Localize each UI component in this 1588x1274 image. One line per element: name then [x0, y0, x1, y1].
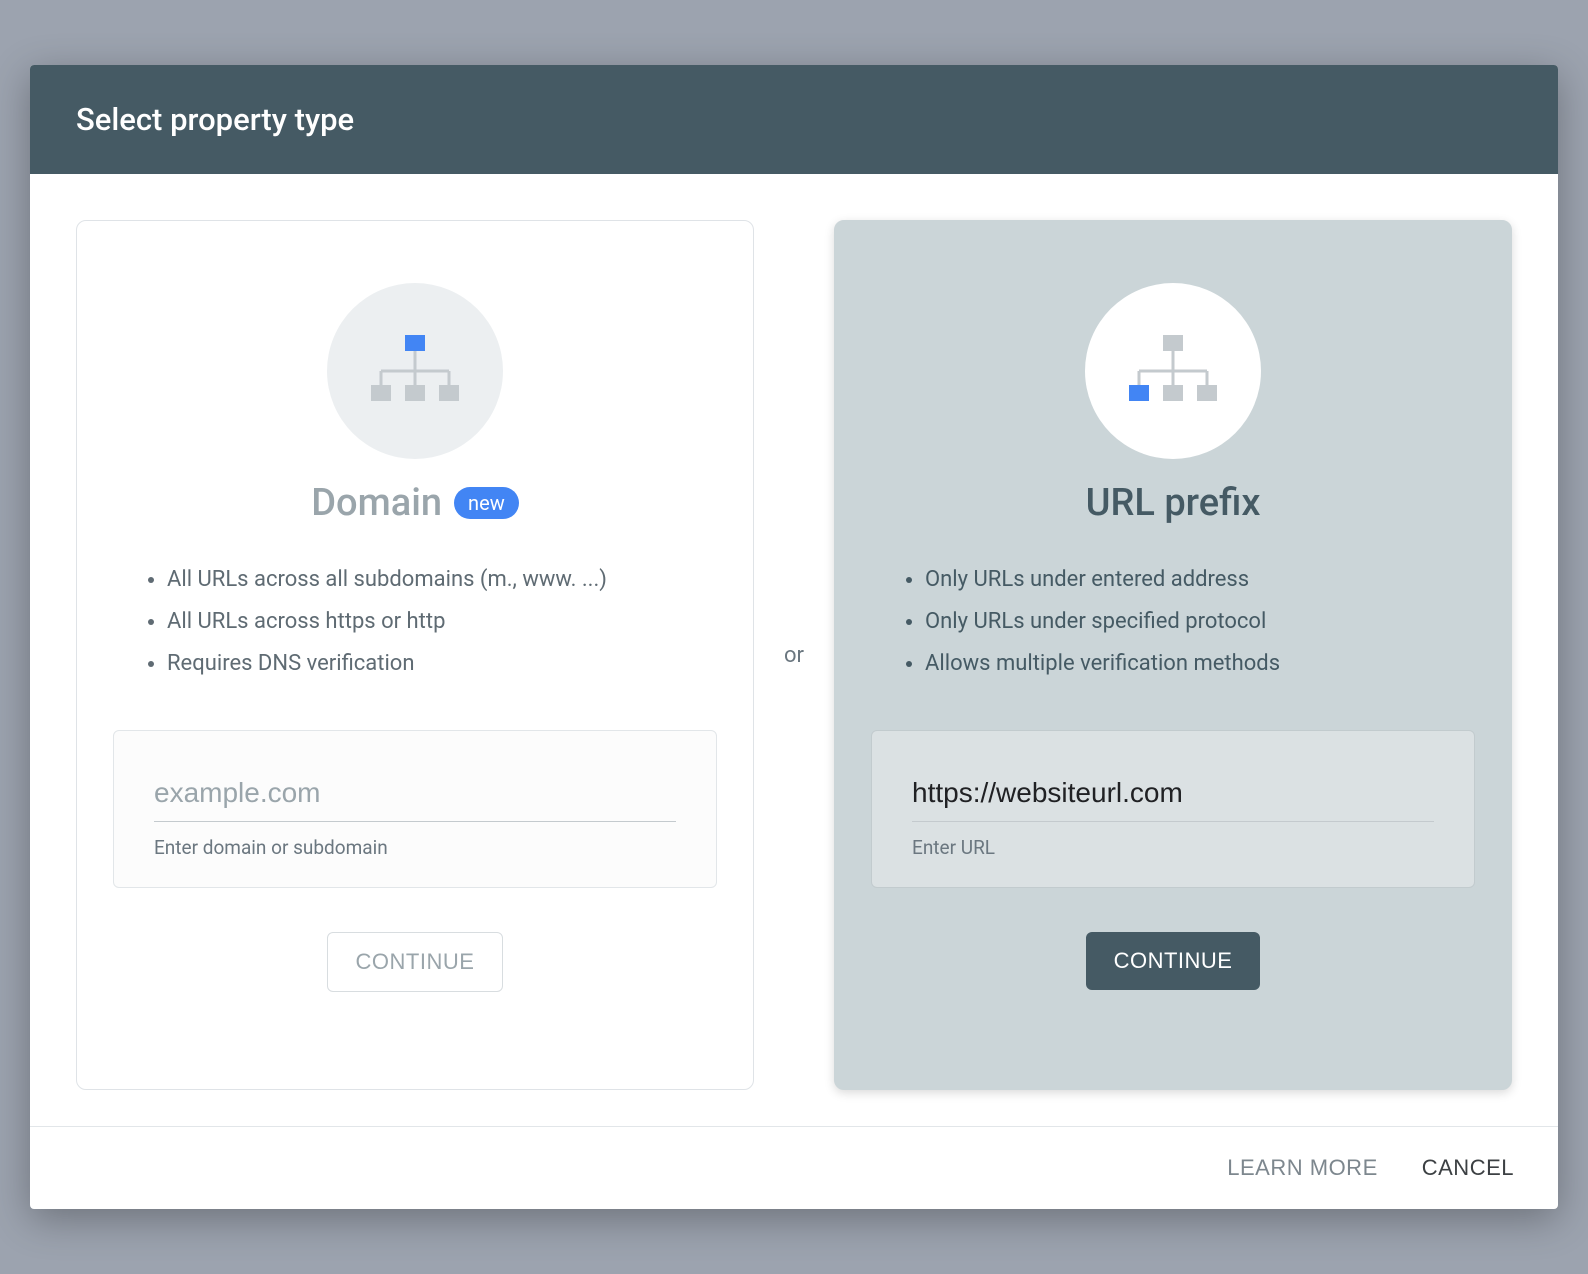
sitemap-icon — [365, 333, 465, 409]
url-input[interactable] — [912, 771, 1434, 822]
url-feature-list: Only URLs under entered address Only URL… — [871, 559, 1475, 684]
new-badge: new — [454, 487, 519, 519]
domain-icon-circle — [327, 283, 503, 459]
url-title-row: URL prefix — [1086, 481, 1261, 525]
modal-header: Select property type — [30, 65, 1558, 174]
domain-card[interactable]: Domain new All URLs across all subdomain… — [76, 220, 754, 1090]
list-item: All URLs across https or http — [167, 601, 717, 643]
sitemap-icon — [1123, 333, 1223, 409]
url-input-helper: Enter URL — [912, 836, 1434, 859]
domain-input-helper: Enter domain or subdomain — [154, 836, 676, 859]
domain-feature-list: All URLs across all subdomains (m., www.… — [113, 559, 717, 684]
modal-title: Select property type — [76, 101, 354, 138]
list-item: Only URLs under entered address — [925, 559, 1475, 601]
domain-input-wrap: Enter domain or subdomain — [113, 730, 717, 888]
url-prefix-card[interactable]: URL prefix Only URLs under entered addre… — [834, 220, 1512, 1090]
domain-input[interactable] — [154, 771, 676, 822]
url-icon-circle — [1085, 283, 1261, 459]
url-continue-button[interactable]: CONTINUE — [1086, 932, 1261, 990]
domain-card-title: Domain — [311, 481, 442, 525]
modal-footer: LEARN MORE CANCEL — [30, 1126, 1558, 1209]
list-item: Only URLs under specified protocol — [925, 601, 1475, 643]
domain-continue-button[interactable]: CONTINUE — [327, 932, 504, 992]
modal-body: Domain new All URLs across all subdomain… — [30, 174, 1558, 1126]
or-divider: or — [784, 643, 804, 668]
cancel-button[interactable]: CANCEL — [1422, 1155, 1514, 1181]
list-item: Requires DNS verification — [167, 643, 717, 685]
learn-more-button[interactable]: LEARN MORE — [1227, 1155, 1377, 1181]
url-card-title: URL prefix — [1086, 481, 1261, 525]
domain-title-row: Domain new — [311, 481, 518, 525]
property-type-modal: Select property type Domain — [30, 65, 1558, 1209]
url-input-wrap: Enter URL — [871, 730, 1475, 888]
list-item: Allows multiple verification methods — [925, 643, 1475, 685]
list-item: All URLs across all subdomains (m., www.… — [167, 559, 717, 601]
